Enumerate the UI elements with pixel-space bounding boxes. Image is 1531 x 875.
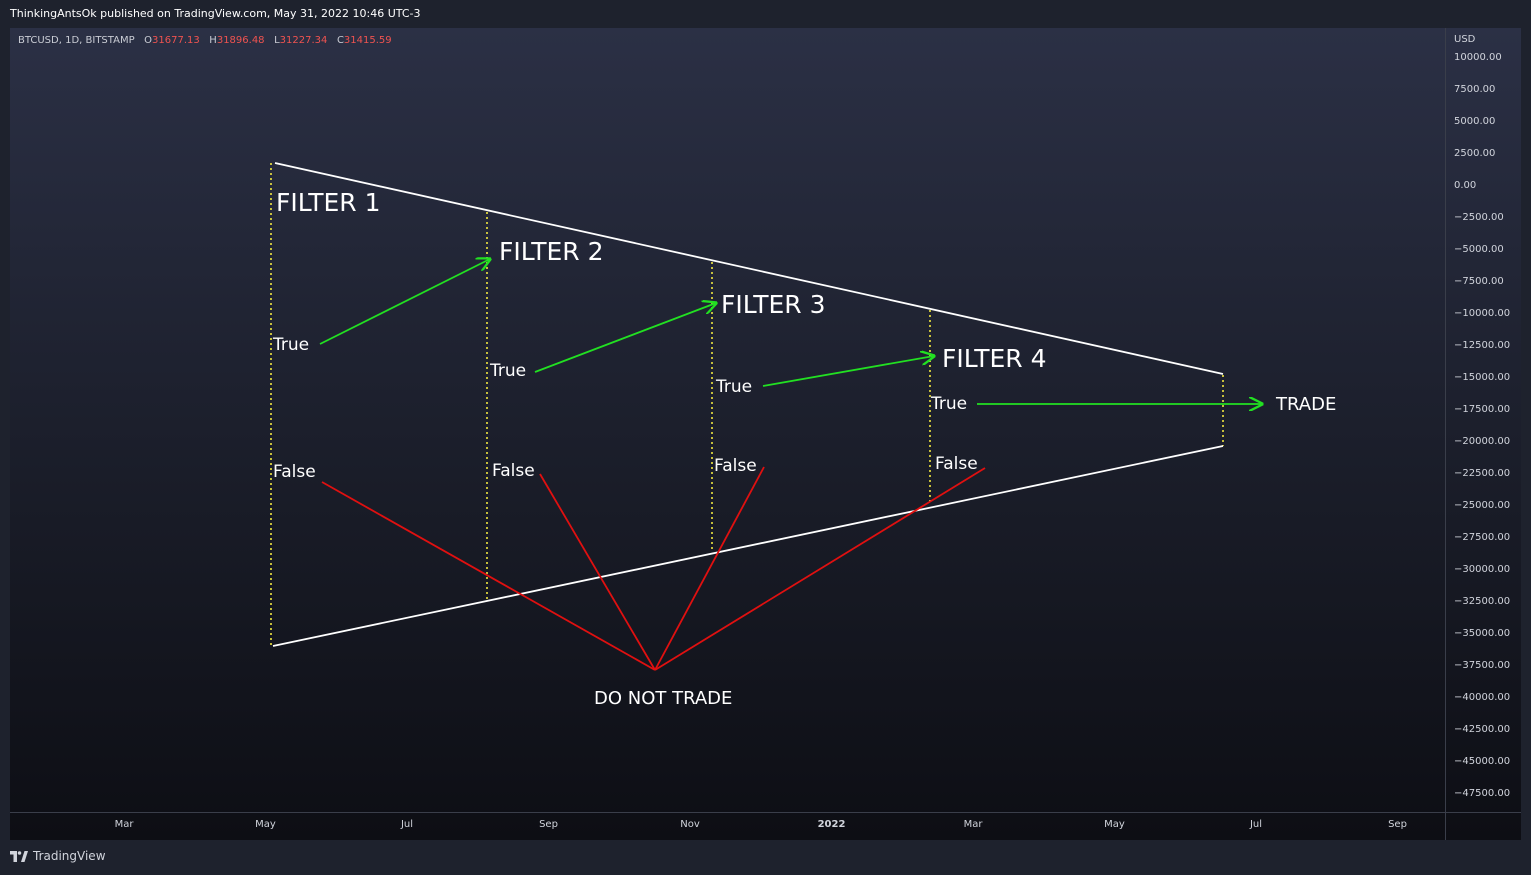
false-line-3[interactable] bbox=[654, 466, 765, 671]
diagram-overlay: FILTER 1 FILTER 2 FILTER 3 FILTER 4 True… bbox=[270, 162, 1336, 709]
filter-1-label: FILTER 1 bbox=[276, 188, 381, 217]
tradingview-logo-icon bbox=[10, 850, 28, 862]
do-not-trade-label: DO NOT TRADE bbox=[594, 688, 732, 709]
false-label-4: False bbox=[935, 454, 978, 474]
false-label-1: False bbox=[273, 462, 316, 482]
funnel-bottom-line[interactable] bbox=[272, 445, 1224, 647]
filter-4-label: FILTER 4 bbox=[942, 344, 1047, 373]
true-arrow-2[interactable] bbox=[534, 303, 716, 373]
false-label-3: False bbox=[714, 456, 757, 476]
false-line-4[interactable] bbox=[654, 467, 986, 671]
filter-3-label: FILTER 3 bbox=[721, 290, 826, 319]
brand-name: TradingView bbox=[33, 849, 106, 863]
tradingview-brand[interactable]: TradingView bbox=[10, 849, 106, 863]
true-arrow-3[interactable] bbox=[762, 356, 934, 387]
chart-window: ThinkingAntsOk published on TradingView.… bbox=[0, 0, 1531, 875]
true-label-2: True bbox=[489, 361, 526, 381]
true-label-1: True bbox=[272, 335, 309, 355]
true-arrow-1[interactable] bbox=[319, 259, 490, 345]
filter-2-label: FILTER 2 bbox=[499, 237, 604, 266]
trade-label: TRADE bbox=[1275, 394, 1336, 415]
true-label-3: True bbox=[715, 377, 752, 397]
true-label-4: True bbox=[930, 394, 967, 414]
false-label-2: False bbox=[492, 461, 535, 481]
funnel-top-line[interactable] bbox=[274, 162, 1224, 375]
false-line-2[interactable] bbox=[539, 473, 656, 671]
